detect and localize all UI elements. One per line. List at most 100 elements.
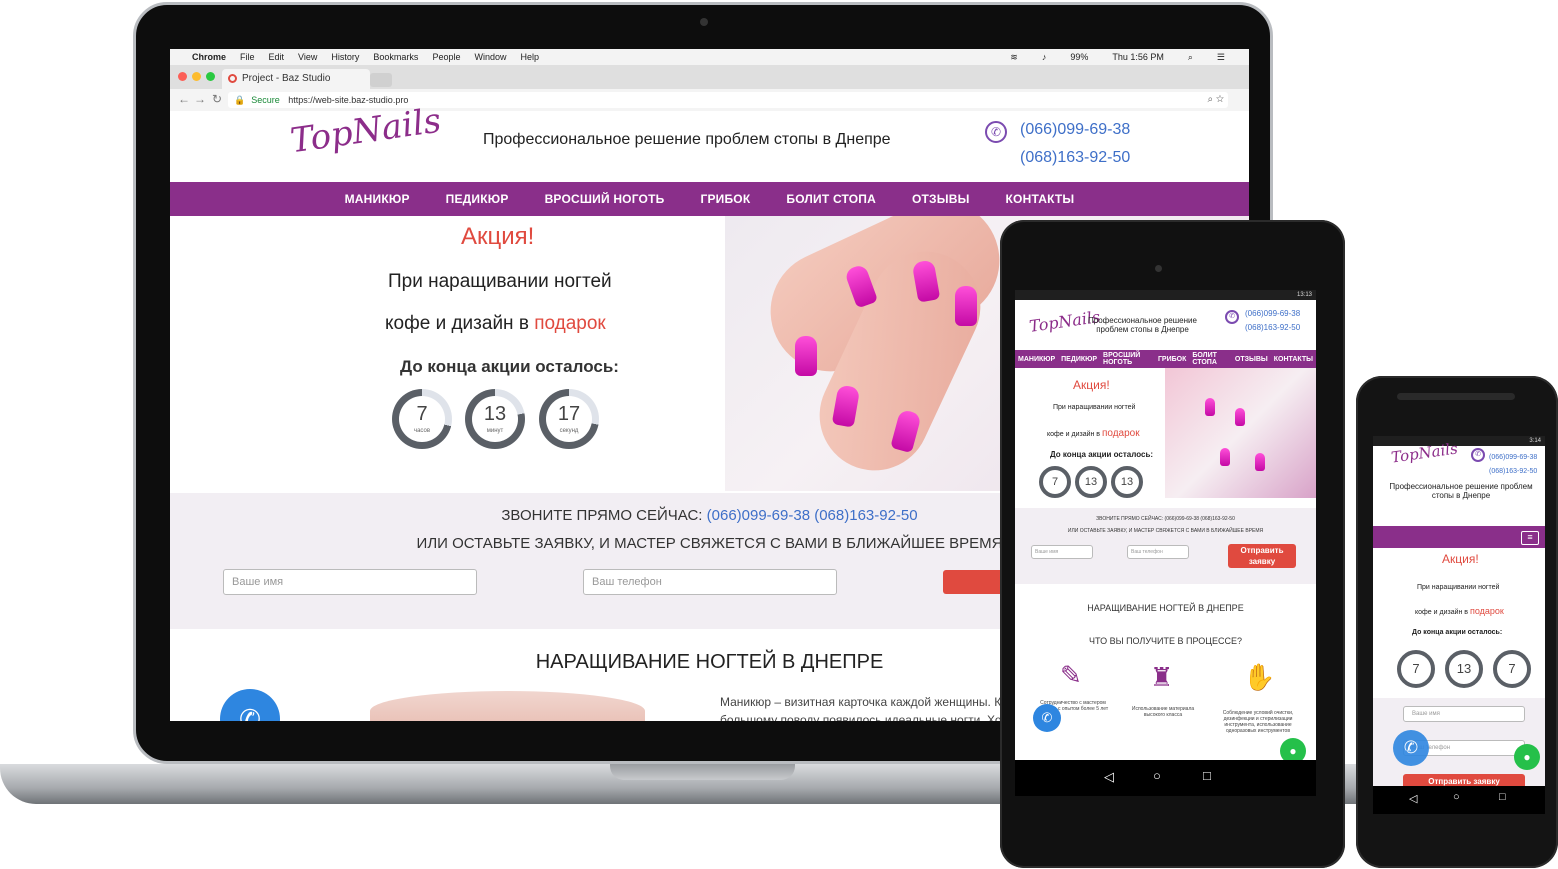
phone-name-input[interactable]: Ваше имя	[1403, 706, 1525, 722]
menu-bookmarks[interactable]: Bookmarks	[373, 52, 418, 62]
menu-help[interactable]: Help	[520, 52, 539, 62]
tablet-menu-reviews[interactable]: ОТЗЫВЫ	[1235, 356, 1268, 363]
phone-phone-2[interactable]: (068)163-92-50	[1489, 468, 1537, 475]
phone-countdown-label: До конца акции осталось:	[1412, 629, 1503, 636]
tablet-menu-pedicure[interactable]: ПЕДИКЮР	[1061, 356, 1097, 363]
viber-icon[interactable]: ✆	[985, 121, 1007, 143]
menu-people[interactable]: People	[432, 52, 460, 62]
laptop-camera	[700, 18, 708, 26]
tablet-screen: 13:13 TopNails Профессиональное решение …	[1015, 290, 1316, 788]
tablet-name-input[interactable]: Ваше имя	[1031, 545, 1093, 559]
tablet-countdown-label: До конца акции осталось:	[1050, 450, 1154, 459]
phone-tagline: Профессиональное решение проблем стопы в…	[1389, 482, 1533, 500]
tablet-phone-input[interactable]: Ваш телефон	[1127, 545, 1189, 559]
phone-2[interactable]: (068)163-92-50	[1020, 149, 1130, 167]
forward-icon[interactable]: →	[194, 92, 206, 106]
tablet-viber-icon[interactable]: ✆	[1225, 310, 1239, 324]
address-bar[interactable]: 🔒 Secure https://web-site.baz-studio.pro …	[228, 92, 1228, 108]
reload-icon[interactable]: ↻	[212, 92, 222, 106]
spotlight-icon[interactable]: ⌕	[1188, 52, 1193, 63]
countdown-minutes: 13 минут	[465, 389, 525, 449]
volume-icon[interactable]: ♪	[1042, 52, 1047, 62]
menu-chrome[interactable]: Chrome	[192, 52, 226, 62]
wifi-icon[interactable]: ≋	[1010, 52, 1018, 63]
name-input[interactable]: Ваше имя	[223, 569, 477, 595]
menu-reviews[interactable]: ОТЗЫВЫ	[912, 192, 970, 206]
bookmark-star-icon[interactable]: ⌕ ☆	[1207, 92, 1224, 108]
countdown-hours: 7 часов	[392, 389, 452, 449]
tablet-status-bar: 13:13	[1015, 290, 1316, 300]
tablet-menu-contacts[interactable]: КОНТАКТЫ	[1274, 356, 1313, 363]
back-icon[interactable]: ←	[178, 92, 190, 106]
browser-tab[interactable]: Project - Baz Studio	[222, 69, 370, 89]
section-image	[370, 691, 645, 721]
close-window-icon[interactable]	[178, 72, 187, 81]
call-phones[interactable]: (066)099-69-38 (068)163-92-50	[707, 507, 918, 524]
menu-window[interactable]: Window	[474, 52, 506, 62]
call-fab-icon[interactable]: ✆	[220, 689, 280, 721]
battery-text[interactable]: 99%	[1070, 52, 1088, 62]
phone-1[interactable]: (066)099-69-38	[1020, 121, 1130, 139]
tablet-camera	[1155, 265, 1162, 272]
tab-title: Project - Baz Studio	[242, 73, 331, 84]
tablet-subtitle: ЧТО ВЫ ПОЛУЧИТЕ В ПРОЦЕССЕ?	[1089, 636, 1242, 646]
menu-view[interactable]: View	[298, 52, 317, 62]
tablet-phone-1[interactable]: (066)099-69-38	[1245, 309, 1300, 318]
tablet-call-fab-icon[interactable]: ✆	[1033, 704, 1061, 732]
phone-countdown-minutes: 13	[1445, 650, 1483, 688]
new-tab-button[interactable]	[370, 73, 392, 87]
menu-pedicure[interactable]: ПЕДИКЮР	[446, 192, 509, 206]
minimize-window-icon[interactable]	[192, 72, 201, 81]
hamburger-icon[interactable]: ≡	[1521, 531, 1539, 545]
tablet-menu-foot-pain[interactable]: БОЛИТ СТОПА	[1192, 352, 1229, 366]
tablet-send-button[interactable]: Отправить заявку	[1228, 544, 1296, 568]
tablet-call-line-2: ИЛИ ОСТАВЬТЕ ЗАЯВКУ, И МАСТЕР СВЯЖЕТСЯ С…	[1067, 528, 1264, 534]
phone-home-icon[interactable]: ○	[1453, 791, 1460, 803]
phone-phone-1[interactable]: (066)099-69-38	[1489, 454, 1537, 461]
promo-title: Акция!	[461, 223, 535, 250]
phone-screen: 3:14 TopNails ✆ (066)099-69-38 (068)163-…	[1373, 436, 1545, 794]
tablet-promo-line-1: При наращивании ногтей	[1053, 404, 1136, 411]
tablet-phone-2[interactable]: (068)163-92-50	[1245, 323, 1300, 332]
phone-viber-icon[interactable]: ✆	[1471, 448, 1485, 462]
maximize-window-icon[interactable]	[206, 72, 215, 81]
phone-chat-icon[interactable]: ●	[1514, 744, 1540, 770]
tablet-countdown-seconds: 13	[1111, 466, 1143, 498]
tagline: Профессиональное решение проблем стопы в…	[483, 131, 891, 148]
tablet-call-line-1: ЗВОНИТЕ ПРЯМО СЕЙЧАС: (066)099-69-38 (06…	[1096, 516, 1235, 522]
phone-promo-title: Акция!	[1442, 552, 1479, 566]
promo-line-1: При наращивании ногтей	[388, 271, 612, 292]
promo-line-2: кофе и дизайн в подарок	[385, 313, 606, 334]
nail-polish-icon: ♜	[1150, 662, 1174, 692]
promo-gift: подарок	[534, 313, 606, 334]
phone-input[interactable]: Ваш телефон	[583, 569, 837, 595]
tablet-nav-bar: ◁ ○ □	[1015, 760, 1316, 796]
phone-menu-bar: ≡	[1373, 526, 1545, 548]
menu-fungus[interactable]: ГРИБОК	[700, 192, 750, 206]
menu-manicure[interactable]: МАНИКЮР	[345, 192, 410, 206]
phone-call-fab-icon[interactable]: ✆	[1393, 730, 1429, 766]
menu-ingrown-nail[interactable]: ВРОСШИЙ НОГОТЬ	[545, 192, 665, 206]
phone-back-icon[interactable]: ◁	[1409, 792, 1417, 805]
mac-menu-bar: Chrome File Edit View History Bookmarks …	[170, 49, 1249, 65]
tablet-recents-icon[interactable]: □	[1203, 768, 1211, 783]
menu-contacts[interactable]: КОНТАКТЫ	[1006, 192, 1075, 206]
tablet-back-icon[interactable]: ◁	[1104, 769, 1114, 785]
tablet-menu-manicure[interactable]: МАНИКЮР	[1018, 356, 1055, 363]
phone-recents-icon[interactable]: □	[1499, 791, 1506, 803]
clock-text[interactable]: Thu 1:56 PM	[1112, 52, 1164, 62]
tablet-menu-ingrown[interactable]: ВРОСШИЙ НОГОТЬ	[1103, 352, 1152, 366]
tablet-menu-fungus[interactable]: ГРИБОК	[1158, 356, 1186, 363]
phone-speaker	[1397, 393, 1515, 400]
menu-foot-pain[interactable]: БОЛИТ СТОПА	[786, 192, 876, 206]
phone-nav-bar: ◁ ○ □	[1373, 786, 1545, 814]
menu-edit[interactable]: Edit	[269, 52, 285, 62]
certificate-icon: ✎	[1060, 660, 1082, 690]
laptop-notch	[610, 764, 795, 780]
tablet-countdown-minutes: 13	[1075, 466, 1107, 498]
menu-list-icon[interactable]: ☰	[1217, 52, 1225, 63]
tablet-home-icon[interactable]: ○	[1153, 768, 1161, 783]
menu-file[interactable]: File	[240, 52, 255, 62]
menu-history[interactable]: History	[331, 52, 359, 62]
tablet-promo-line-2: кофе и дизайн в подарок	[1047, 428, 1140, 439]
